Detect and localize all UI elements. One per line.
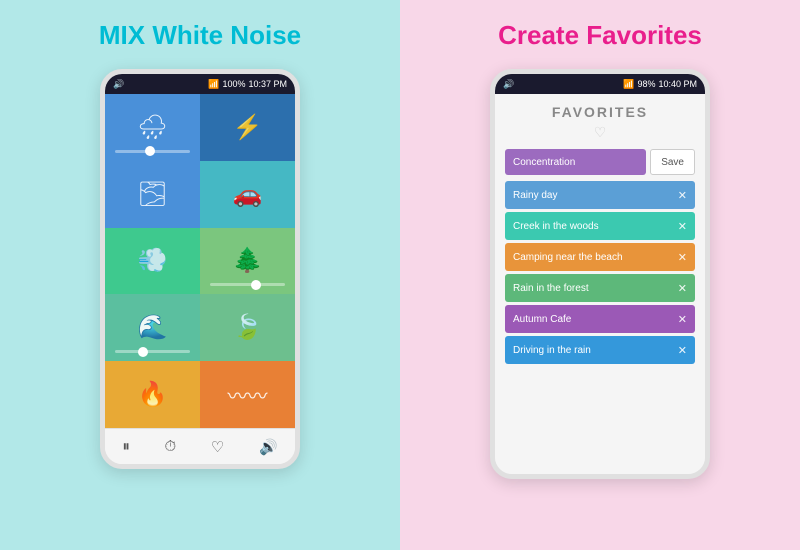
- favorites-input-row: Concentration Save: [505, 149, 695, 175]
- sound-cell-storm[interactable]: 🌫: [105, 161, 200, 228]
- forest-slider[interactable]: [210, 283, 285, 286]
- fav-item-rainy-day[interactable]: Rainy day ✕: [505, 181, 695, 209]
- left-status-bar: 🔊 📶 100% 10:37 PM: [105, 74, 295, 94]
- fav-item-label: Rain in the forest: [513, 283, 589, 294]
- sound-grid: 🌧 ⚡ 🌫 🚗 💨 🌲: [105, 94, 295, 428]
- fav-item-camping[interactable]: Camping near the beach ✕: [505, 243, 695, 271]
- favorites-input-text: Concentration: [513, 157, 575, 168]
- fav-item-rain-forest[interactable]: Rain in the forest ✕: [505, 274, 695, 302]
- favorites-button[interactable]: ♡: [211, 438, 224, 456]
- forest-icon: 🌲: [233, 246, 263, 275]
- storm-icon: 🌫: [137, 180, 167, 209]
- favorites-screen: FAVORITES ♡ Concentration Save Rainy day…: [495, 94, 705, 474]
- fav-item-label: Driving in the rain: [513, 345, 591, 356]
- sound-cell-forest[interactable]: 🌲: [200, 228, 295, 295]
- fav-item-label: Autumn Cafe: [513, 314, 571, 325]
- fav-item-autumn-cafe[interactable]: Autumn Cafe ✕: [505, 305, 695, 333]
- left-panel-title: MIX White Noise: [99, 20, 301, 51]
- car-icon: 🚗: [233, 180, 263, 209]
- left-panel: MIX White Noise 🔊 📶 100% 10:37 PM 🌧 ⚡: [0, 0, 400, 550]
- fav-item-label: Camping near the beach: [513, 252, 623, 263]
- volume-icon: 🔊: [113, 79, 124, 90]
- battery-label: 100%: [222, 79, 245, 89]
- leaf-icon: 🍃: [233, 313, 263, 342]
- waves-icon: 〰〰: [228, 380, 268, 409]
- right-panel-title: Create Favorites: [498, 20, 702, 51]
- wind-icon: 💨: [138, 246, 168, 275]
- sound-cell-car[interactable]: 🚗: [200, 161, 295, 228]
- favorites-name-input[interactable]: Concentration: [505, 149, 646, 175]
- favorites-heading: FAVORITES: [552, 104, 648, 120]
- status-left-icons: 🔊: [113, 79, 124, 90]
- sound-cell-water[interactable]: 🌊: [105, 294, 200, 361]
- right-status-right: 📶 98% 10:40 PM: [623, 79, 697, 90]
- volume-button[interactable]: 🔊: [259, 438, 278, 456]
- thunder-icon: ⚡: [233, 113, 263, 142]
- sound-cell-leaf[interactable]: 🍃: [200, 294, 295, 361]
- fav-item-creek[interactable]: Creek in the woods ✕: [505, 212, 695, 240]
- sound-cell-thunder[interactable]: ⚡: [200, 94, 295, 161]
- fire-icon: 🔥: [138, 380, 168, 409]
- status-right-info: 📶 100% 10:37 PM: [208, 79, 287, 90]
- save-button[interactable]: Save: [650, 149, 695, 175]
- water-slider[interactable]: [115, 350, 190, 353]
- time-label: 10:37 PM: [248, 79, 287, 89]
- right-volume-icon: 🔊: [503, 79, 514, 90]
- sound-cell-wind[interactable]: 💨: [105, 228, 200, 295]
- right-status-bar: 🔊 📶 98% 10:40 PM: [495, 74, 705, 94]
- fav-item-driving[interactable]: Driving in the rain ✕: [505, 336, 695, 364]
- water-icon: 🌊: [138, 313, 168, 342]
- fav-close-icon[interactable]: ✕: [678, 282, 687, 295]
- pause-button[interactable]: ⏸: [122, 438, 130, 455]
- sound-cell-rain[interactable]: 🌧: [105, 94, 200, 161]
- fav-close-icon[interactable]: ✕: [678, 220, 687, 233]
- sound-cell-fire[interactable]: 🔥: [105, 361, 200, 428]
- fav-close-icon[interactable]: ✕: [678, 251, 687, 264]
- rain-slider[interactable]: [115, 150, 190, 153]
- fav-item-label: Creek in the woods: [513, 221, 599, 232]
- fav-close-icon[interactable]: ✕: [678, 189, 687, 202]
- sound-cell-waves[interactable]: 〰〰: [200, 361, 295, 428]
- phone-bottom-bar: ⏸ ⏱ ♡ 🔊: [105, 428, 295, 464]
- right-signal-icon: 📶: [623, 79, 634, 90]
- fav-item-label: Rainy day: [513, 190, 557, 201]
- right-status-left: 🔊: [503, 79, 514, 90]
- favorites-list: Rainy day ✕ Creek in the woods ✕ Camping…: [505, 181, 695, 364]
- rain-icon: 🌧: [137, 113, 167, 142]
- fav-close-icon[interactable]: ✕: [678, 313, 687, 326]
- phone-right: 🔊 📶 98% 10:40 PM FAVORITES ♡ Concentrati…: [490, 69, 710, 479]
- fav-close-icon[interactable]: ✕: [678, 344, 687, 357]
- right-panel: Create Favorites 🔊 📶 98% 10:40 PM FAVORI…: [400, 0, 800, 550]
- phone-left: 🔊 📶 100% 10:37 PM 🌧 ⚡ 🌫 �: [100, 69, 300, 469]
- favorites-heart-icon: ♡: [594, 124, 607, 141]
- timer-button[interactable]: ⏱: [165, 438, 177, 455]
- right-time-label: 10:40 PM: [658, 79, 697, 89]
- right-battery-label: 98%: [637, 79, 655, 89]
- signal-icon: 📶: [208, 79, 219, 90]
